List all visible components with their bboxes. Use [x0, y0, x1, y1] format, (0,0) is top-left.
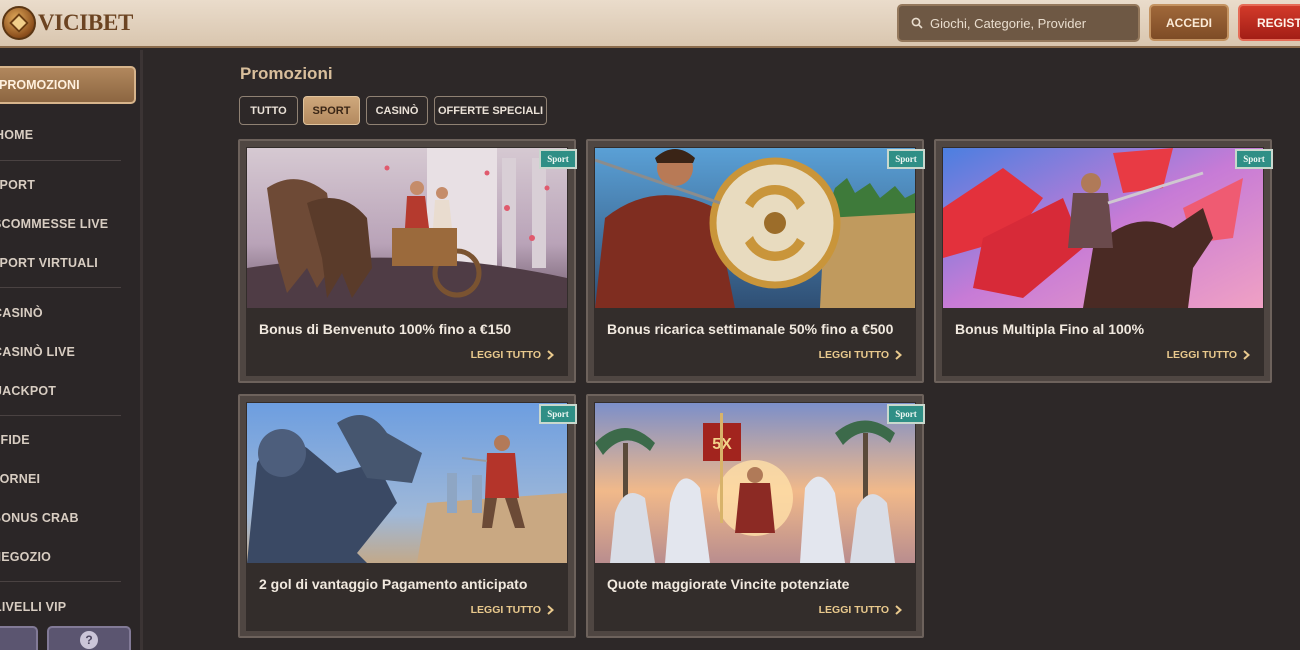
read-more-label: LEGGI TUTTO	[470, 349, 541, 361]
sidebar-divider	[0, 160, 121, 161]
sidebar-item-sfide[interactable]: SFIDE	[0, 433, 30, 447]
promo-card-title: Bonus ricarica settimanale 50% fino a €5…	[607, 321, 894, 337]
promo-card[interactable]: 5X Quote maggiorate Vincite potenziate L…	[586, 394, 925, 638]
promo-card-title: Bonus di Benvenuto 100% fino a €150	[259, 321, 512, 337]
sidebar-item-negozio[interactable]: NEGOZIO	[0, 550, 51, 564]
read-more-link[interactable]: LEGGI TUTTO	[1167, 349, 1250, 361]
top-header: VICIBET ACCEDI REGISTRATI	[0, 0, 1300, 48]
read-more-label: LEGGI TUTTO	[1166, 349, 1237, 361]
chevron-right-icon	[547, 605, 554, 615]
sidebar-item-scommesse-live[interactable]: SCOMMESSE LIVE	[0, 217, 108, 231]
logo-emblem-icon	[2, 6, 36, 40]
sidebar-item-promozioni[interactable]: PROMOZIONI	[0, 66, 136, 104]
sidebar-item-jackpot[interactable]: JACKPOT	[0, 384, 56, 398]
sidebar-item-sport-virtuali[interactable]: SPORT VIRTUALI	[0, 256, 98, 270]
chevron-right-icon	[547, 350, 554, 360]
promo-card[interactable]: Bonus Multipla Fino al 100% LEGGI TUTTO …	[934, 139, 1273, 383]
brand-logo[interactable]: VICIBET	[2, 5, 133, 41]
search-box[interactable]	[897, 4, 1140, 42]
sidebar-divider	[0, 415, 121, 416]
filter-tutto[interactable]: TUTTO	[239, 96, 298, 125]
category-badge: Sport	[887, 149, 925, 169]
read-more-link[interactable]: LEGGI TUTTO	[819, 604, 902, 616]
sidebar-item-casino[interactable]: CASINÒ	[0, 306, 43, 320]
promo-card[interactable]: 2 gol di vantaggio Pagamento anticipato …	[238, 394, 577, 638]
category-badge: Sport	[1235, 149, 1273, 169]
category-badge: Sport	[887, 404, 925, 424]
promo-image-knight-on-horse	[943, 148, 1263, 308]
sidebar-item-sport[interactable]: SPORT	[0, 178, 35, 192]
help-icon: ?	[80, 631, 98, 649]
sidebar: PROMOZIONI HOME SPORT SCOMMESSE LIVE SPO…	[0, 50, 143, 650]
promo-card-title: Bonus Multipla Fino al 100%	[955, 321, 1145, 337]
read-more-label: LEGGI TUTTO	[470, 604, 541, 616]
promo-image-emperor-white-horses: 5X	[595, 403, 915, 563]
read-more-label: LEGGI TUTTO	[818, 349, 889, 361]
promo-image-chariot-race	[247, 148, 567, 308]
sidebar-item-bonus-crab[interactable]: BONUS CRAB	[0, 511, 79, 525]
filter-sport[interactable]: SPORT	[303, 96, 360, 125]
promo-card-title: 2 gol di vantaggio Pagamento anticipato	[259, 576, 528, 592]
read-more-label: LEGGI TUTTO	[818, 604, 889, 616]
chevron-right-icon	[895, 605, 902, 615]
search-input[interactable]	[930, 15, 1130, 31]
promo-image-gladiator-shield	[595, 148, 915, 308]
filter-offerte-speciali[interactable]: OFFERTE SPECIALI	[434, 96, 547, 125]
login-button[interactable]: ACCEDI	[1149, 4, 1229, 41]
sidebar-item-livelli-vip[interactable]: LIVELLI VIP	[0, 600, 66, 614]
promo-card-title: Quote maggiorate Vincite potenziate	[607, 576, 850, 592]
chevron-right-icon	[895, 350, 902, 360]
filter-casino[interactable]: CASINÒ	[366, 96, 428, 125]
brand-name: VICIBET	[38, 10, 134, 35]
category-badge: Sport	[539, 404, 577, 424]
register-button[interactable]: REGISTRATI	[1238, 4, 1300, 41]
read-more-link[interactable]: LEGGI TUTTO	[819, 349, 902, 361]
search-icon	[911, 17, 923, 29]
sidebar-extra-button[interactable]	[0, 626, 38, 650]
page-title: Promozioni	[240, 64, 333, 83]
promo-card[interactable]: Bonus ricarica settimanale 50% fino a €5…	[586, 139, 925, 383]
sidebar-item-home[interactable]: HOME	[0, 128, 33, 142]
sidebar-divider	[0, 581, 121, 582]
promo-card[interactable]: Bonus di Benvenuto 100% fino a €150 LEGG…	[238, 139, 577, 383]
sidebar-item-tornei[interactable]: TORNEI	[0, 472, 40, 486]
sidebar-divider	[0, 287, 121, 288]
read-more-link[interactable]: LEGGI TUTTO	[471, 349, 554, 361]
read-more-link[interactable]: LEGGI TUTTO	[471, 604, 554, 616]
category-badge: Sport	[539, 149, 577, 169]
sidebar-item-casino-live[interactable]: CASINÒ LIVE	[0, 345, 75, 359]
chevron-right-icon	[1243, 350, 1250, 360]
promo-image-armored-fighters	[247, 403, 567, 563]
